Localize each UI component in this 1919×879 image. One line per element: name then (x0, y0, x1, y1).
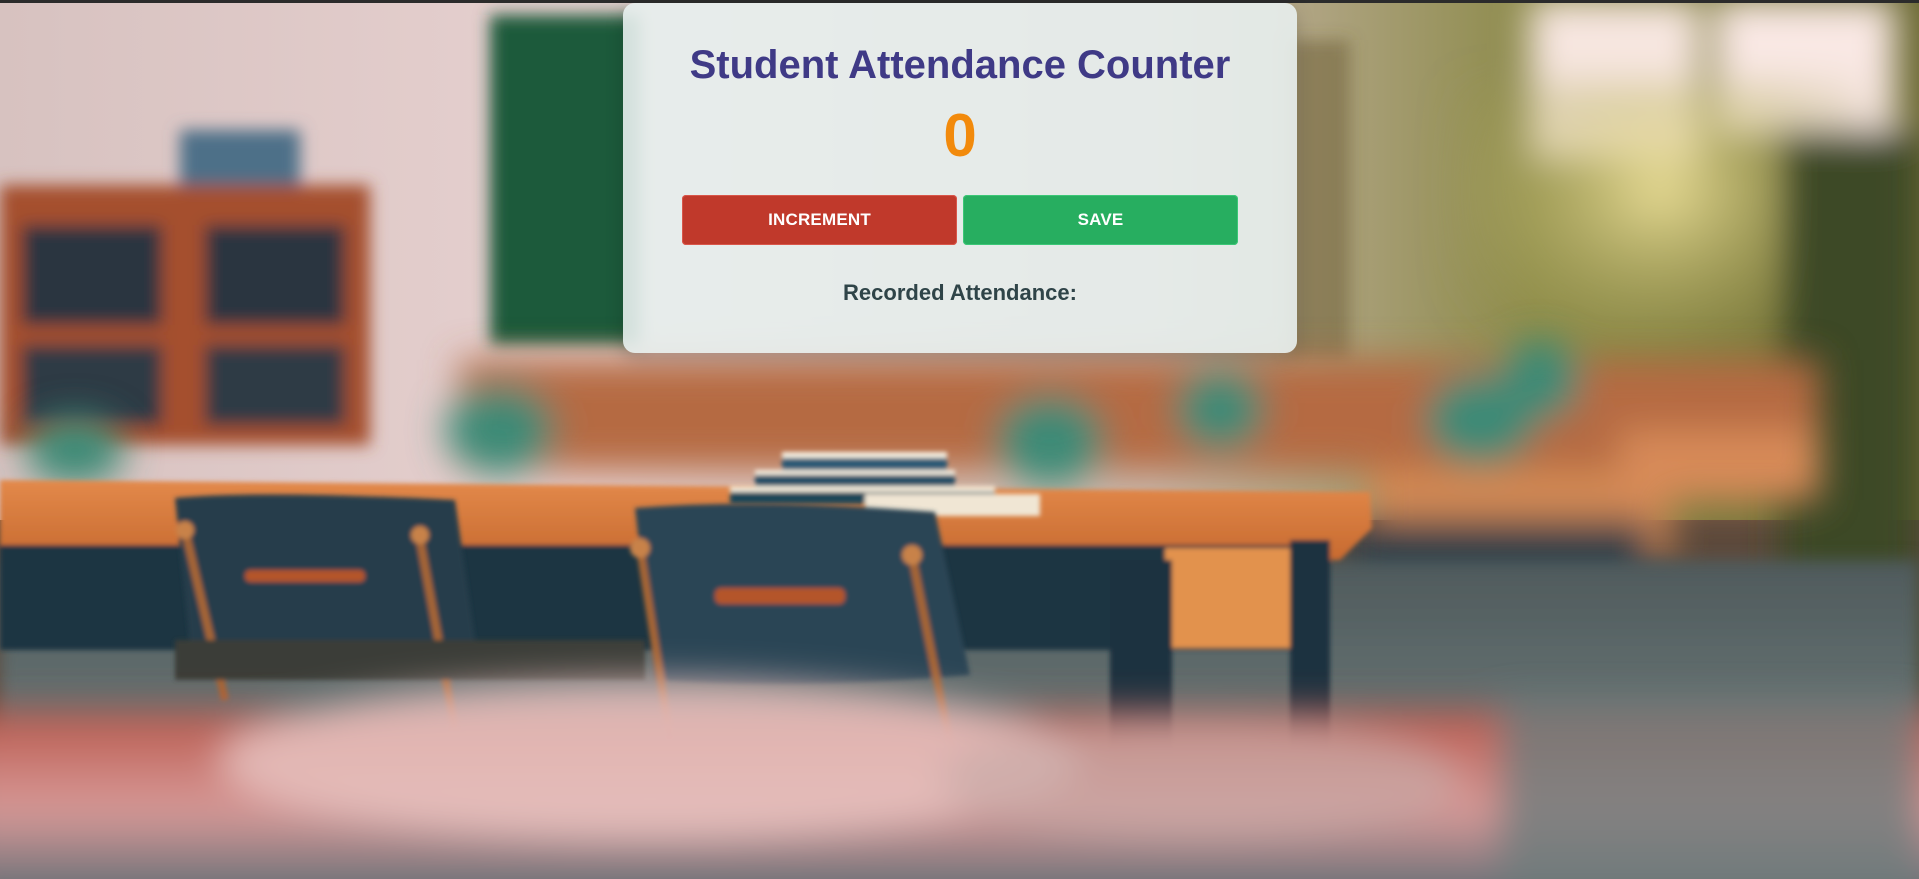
page-title: Student Attendance Counter (689, 43, 1231, 87)
recorded-attendance-label: Recorded Attendance: (843, 280, 1077, 305)
attendance-counter-panel: Student Attendance Counter 0 INCREMENT S… (623, 3, 1297, 353)
save-button[interactable]: SAVE (963, 195, 1238, 245)
attendance-count: 0 (943, 102, 977, 169)
increment-button[interactable]: INCREMENT (682, 195, 957, 245)
